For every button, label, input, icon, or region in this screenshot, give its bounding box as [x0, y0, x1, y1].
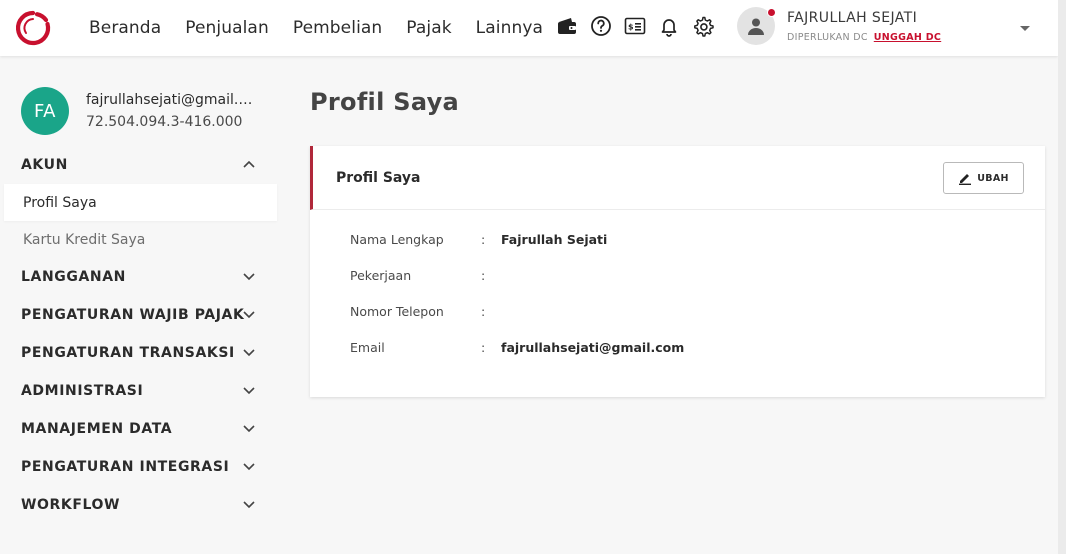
section-label: MANAJEMEN DATA: [21, 421, 173, 437]
field-separator: :: [481, 304, 486, 319]
profile-card: Profil Saya UBAH Nama Lengkap : Fajrulla…: [310, 146, 1045, 397]
chevron-down-icon: [243, 463, 255, 471]
profile-email: fajrullahsejati@gmail.com: [86, 92, 256, 108]
section-label: PENGATURAN TRANSAKSI: [21, 345, 235, 361]
sidebar-item-profil-saya[interactable]: Profil Saya: [4, 184, 277, 221]
settings-sidebar: FA fajrullahsejati@gmail.com 72.504.094.…: [0, 56, 290, 554]
caret-down-icon[interactable]: [1018, 23, 1032, 33]
sidebar-section-pengaturan-integrasi[interactable]: PENGATURAN INTEGRASI: [0, 448, 290, 486]
user-status: DIPERLUKAN DC UNGGAH DC: [787, 32, 941, 43]
sidebar-section-manajemen-data[interactable]: MANAJEMEN DATA: [0, 410, 290, 448]
chevron-down-icon: [243, 349, 255, 357]
section-label: AKUN: [21, 157, 68, 173]
brand-logo[interactable]: [14, 9, 52, 47]
sidebar-section-pengaturan-wajib-pajak[interactable]: PENGATURAN WAJIB PAJAK: [0, 296, 290, 334]
section-label: PENGATURAN INTEGRASI: [21, 459, 230, 475]
field-row-nomor-telepon: Nomor Telepon :: [350, 304, 950, 340]
chevron-down-icon: [243, 387, 255, 395]
user-info: FAJRULLAH SEJATI DIPERLUKAN DC UNGGAH DC: [787, 10, 941, 43]
upload-dc-link[interactable]: UNGGAH DC: [874, 32, 941, 43]
wallet-icon[interactable]: [556, 15, 578, 37]
field-separator: :: [481, 268, 486, 283]
nav-pajak[interactable]: Pajak: [406, 18, 451, 38]
help-icon[interactable]: [590, 15, 612, 37]
section-label: LANGGANAN: [21, 269, 126, 285]
main-nav: Beranda Penjualan Pembelian Pajak Lainny…: [89, 0, 567, 56]
user-avatar[interactable]: [737, 7, 776, 45]
pencil-icon: [959, 174, 972, 185]
field-value: fajrullahsejati@gmail.com: [501, 340, 685, 355]
profile-fields: Nama Lengkap : Fajrullah Sejati Pekerjaa…: [350, 232, 950, 376]
edit-profile-button[interactable]: UBAH: [943, 162, 1024, 194]
section-label: WORKFLOW: [21, 497, 121, 513]
sidebar-section-pengaturan-transaksi[interactable]: PENGATURAN TRANSAKSI: [0, 334, 290, 372]
field-row-email: Email : fajrullahsejati@gmail.com: [350, 340, 950, 376]
top-navbar: Beranda Penjualan Pembelian Pajak Lainny…: [0, 0, 1058, 56]
page-scrollbar[interactable]: [1058, 0, 1066, 554]
profile-npwp: 72.504.094.3-416.000: [86, 114, 243, 130]
field-label: Nomor Telepon: [350, 304, 444, 319]
sidebar-item-kartu-kredit[interactable]: Kartu Kredit Saya: [0, 221, 277, 258]
sidebar-menu: AKUN Profil Saya Kartu Kredit Saya LANGG…: [0, 146, 290, 524]
nav-penjualan[interactable]: Penjualan: [185, 18, 269, 38]
sidebar-section-akun[interactable]: AKUN: [0, 146, 290, 184]
chevron-down-icon: [243, 425, 255, 433]
sidebar-section-administrasi[interactable]: ADMINISTRASI: [0, 372, 290, 410]
chevron-down-icon: [243, 501, 255, 509]
svg-text:$: $: [628, 23, 634, 32]
bell-icon[interactable]: [658, 15, 680, 37]
nav-pembelian[interactable]: Pembelian: [293, 18, 382, 38]
user-icon: [748, 18, 764, 35]
chevron-down-icon: [243, 311, 255, 319]
card-title: Profil Saya: [336, 169, 421, 186]
profile-avatar: FA: [21, 87, 69, 135]
notification-dot: [767, 8, 776, 17]
field-row-nama-lengkap: Nama Lengkap : Fajrullah Sejati: [350, 232, 950, 268]
user-menu[interactable]: FAJRULLAH SEJATI DIPERLUKAN DC UNGGAH DC: [737, 7, 941, 45]
chevron-up-icon: [243, 160, 255, 168]
nav-icon-group: $: [556, 15, 726, 37]
section-label: PENGATURAN WAJIB PAJAK: [21, 307, 245, 323]
sidebar-section-langganan[interactable]: LANGGANAN: [0, 258, 290, 296]
sidebar-section-workflow[interactable]: WORKFLOW: [0, 486, 290, 524]
page-title: Profil Saya: [310, 88, 460, 116]
field-value: Fajrullah Sejati: [501, 232, 608, 247]
field-label: Email: [350, 340, 385, 355]
id-card-icon[interactable]: $: [624, 15, 646, 37]
section-label: ADMINISTRASI: [21, 383, 144, 399]
field-separator: :: [481, 340, 486, 355]
field-row-pekerjaan: Pekerjaan :: [350, 268, 950, 304]
chevron-down-icon: [243, 273, 255, 281]
profile-card-header: Profil Saya UBAH: [310, 146, 1045, 210]
nav-beranda[interactable]: Beranda: [89, 18, 161, 38]
field-label: Pekerjaan: [350, 268, 412, 283]
dc-required-label: DIPERLUKAN DC: [787, 31, 868, 43]
user-name: FAJRULLAH SEJATI: [787, 9, 918, 26]
gear-icon[interactable]: [692, 15, 714, 37]
edit-button-label: UBAH: [977, 172, 1009, 184]
field-separator: :: [481, 232, 486, 247]
field-label: Nama Lengkap: [350, 232, 444, 247]
nav-lainnya[interactable]: Lainnya: [476, 18, 543, 38]
